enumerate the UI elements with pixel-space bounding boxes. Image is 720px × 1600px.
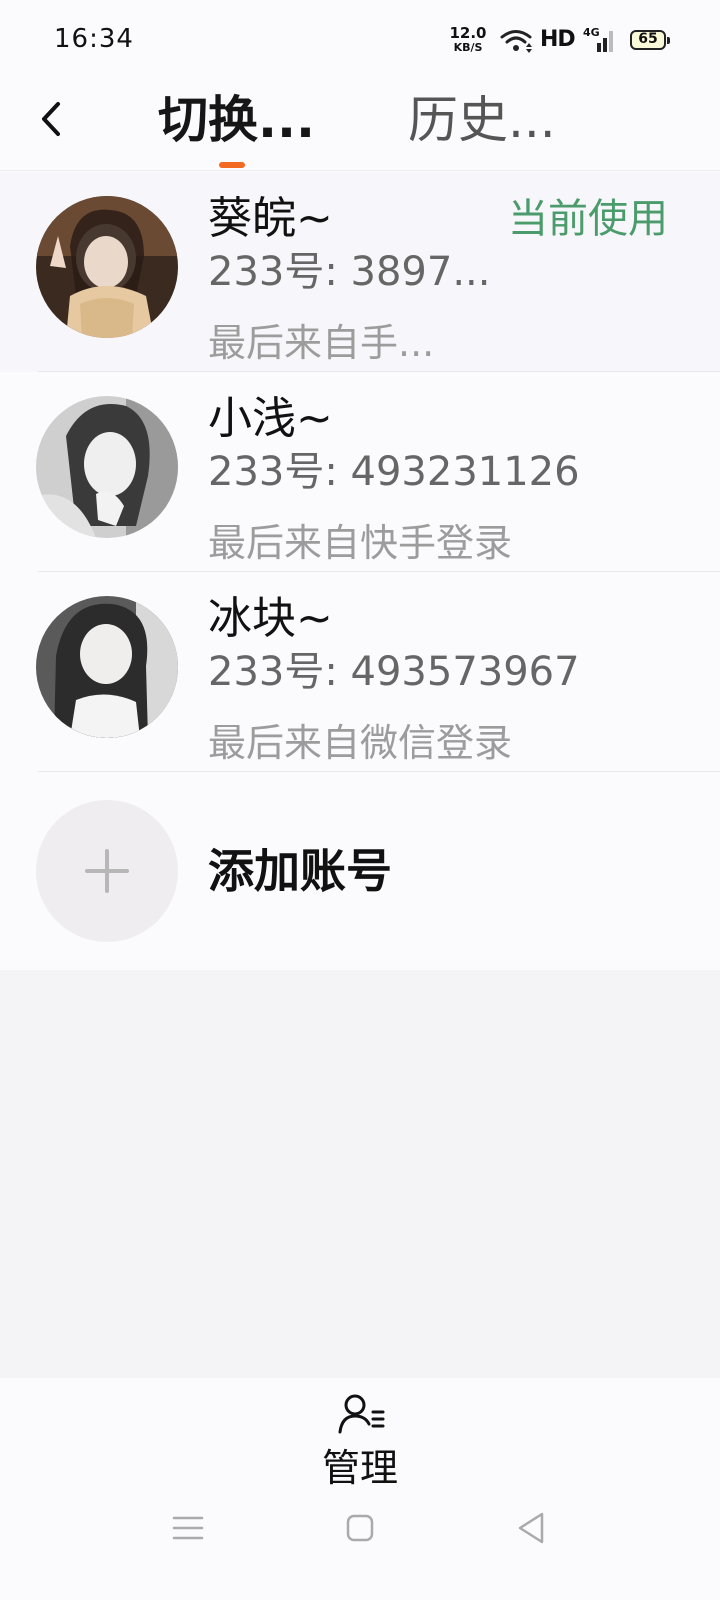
- status-time: 16:34: [54, 24, 134, 54]
- account-id: 233号: 493573967: [208, 649, 580, 695]
- user-list-icon: [338, 1394, 385, 1434]
- hd-indicator: HD: [540, 27, 576, 52]
- account-row[interactable]: 小浅~ 233号: 493231126 最后来自快手登录: [0, 372, 720, 572]
- network-speed-value: 12.0: [449, 24, 487, 42]
- avatar: [36, 196, 178, 338]
- account-row[interactable]: 葵皖~ 当前使用 233号: 3897... 最后来自手...: [0, 172, 720, 372]
- account-login-source: 最后来自手...: [208, 321, 435, 365]
- account-login-source: 最后来自微信登录: [208, 721, 513, 765]
- header: 切换... 历史...: [0, 84, 720, 170]
- account-name: 葵皖~: [208, 193, 333, 244]
- bottom-bar: 管理: [0, 1378, 720, 1600]
- wifi-icon: [500, 30, 532, 53]
- chevron-left-icon[interactable]: [34, 94, 70, 144]
- back-triangle-icon[interactable]: [512, 1508, 552, 1548]
- add-account-label: 添加账号: [208, 844, 392, 898]
- header-divider: [0, 170, 720, 171]
- avatar: [36, 396, 178, 538]
- account-id: 233号: 3897...: [208, 249, 491, 295]
- account-id: 233号: 493231126: [208, 449, 580, 495]
- add-account-button[interactable]: 添加账号: [0, 770, 720, 970]
- account-row[interactable]: 冰块~ 233号: 493573967 最后来自微信登录: [0, 572, 720, 772]
- manage-button[interactable]: 管理: [310, 1388, 410, 1498]
- battery-level: 65: [638, 31, 658, 47]
- tab-switch-account[interactable]: 切换...: [158, 90, 315, 150]
- plus-icon: [85, 849, 129, 893]
- active-tab-indicator: [219, 162, 245, 168]
- account-name: 冰块~: [208, 593, 333, 644]
- current-account-badge: 当前使用: [508, 196, 668, 242]
- account-login-source: 最后来自快手登录: [208, 521, 513, 565]
- menu-icon[interactable]: [168, 1508, 208, 1548]
- network-speed: 12.0 KB/S: [448, 24, 488, 54]
- cellular-signal-icon: 4G: [583, 26, 617, 54]
- avatar: [36, 596, 178, 738]
- network-speed-unit: KB/S: [453, 41, 483, 54]
- home-icon[interactable]: [340, 1508, 380, 1548]
- status-bar: 16:34 12.0 KB/S HD 4G 65: [0, 0, 720, 84]
- account-name: 小浅~: [208, 393, 333, 444]
- tab-history[interactable]: 历史...: [408, 90, 556, 150]
- manage-label: 管理: [321, 1446, 398, 1490]
- add-account-circle: [36, 800, 178, 942]
- battery-icon: 65: [630, 30, 670, 50]
